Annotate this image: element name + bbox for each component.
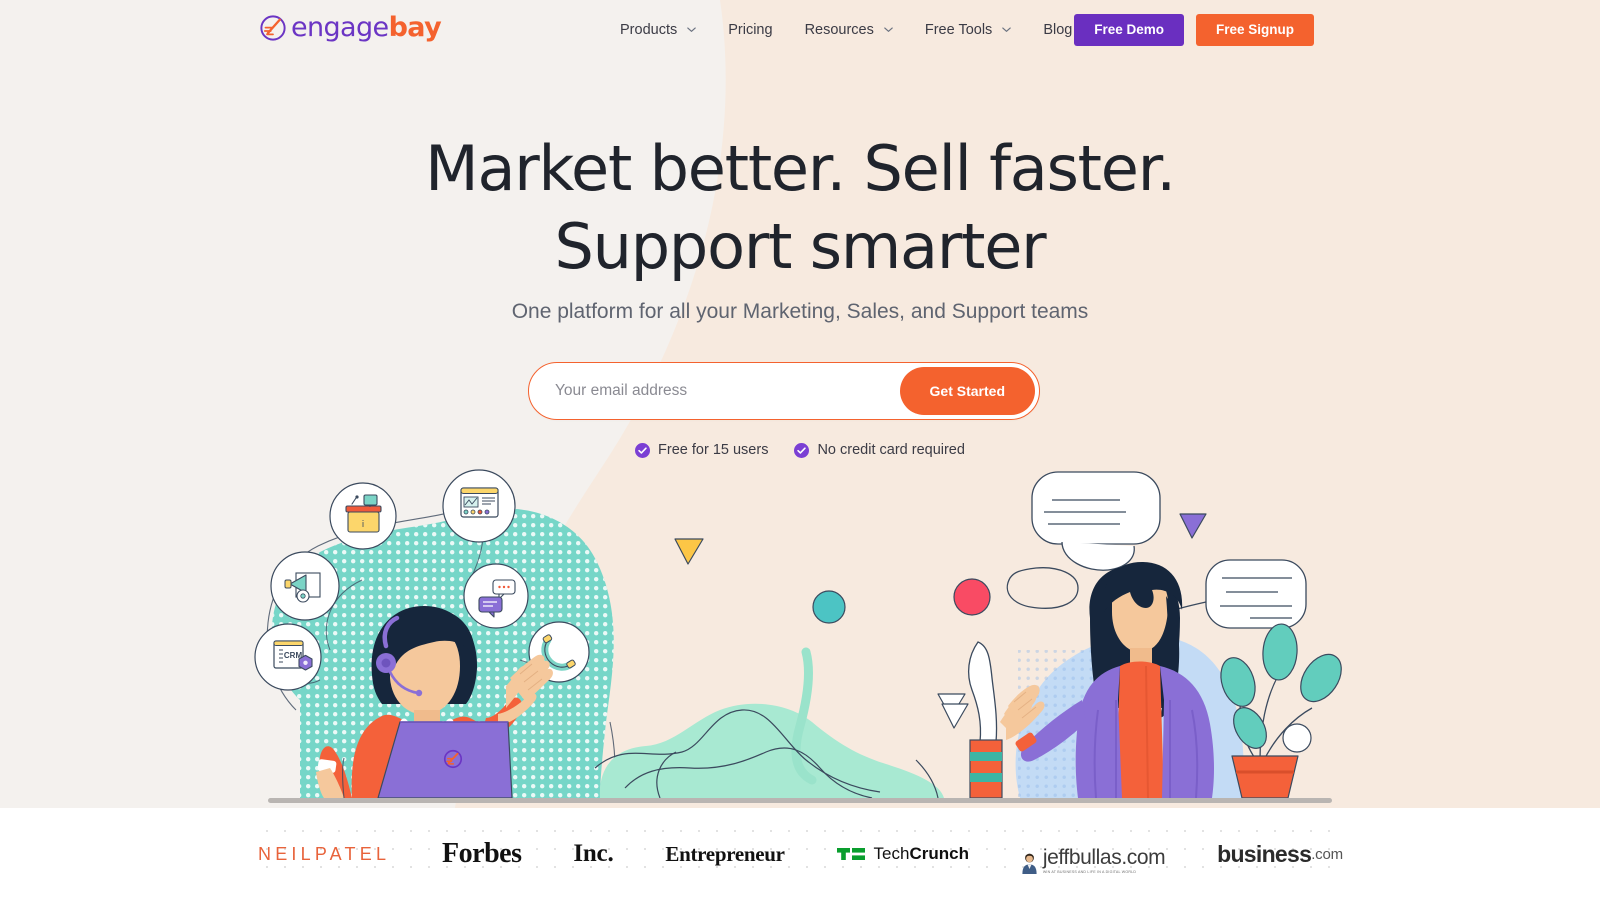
headline-line-1: Market better. Sell faster.: [425, 132, 1176, 205]
nav-label: Products: [620, 22, 678, 38]
techcrunch-mark-icon: [836, 848, 865, 860]
nav-item-resources[interactable]: Resources: [789, 0, 909, 60]
benefit-free-users: Free for 15 users: [635, 442, 768, 458]
nav-label: Blog: [1043, 22, 1073, 38]
signup-form: Get Started: [528, 362, 1040, 420]
headline-line-2: Support smarter: [554, 210, 1047, 283]
jeffbullas-wordmark: jeffbullas.com WIN AT BUSINESS AND LIFE …: [1042, 846, 1166, 874]
check-circle-icon: [794, 442, 810, 458]
check-circle-icon: [635, 442, 651, 458]
benefits-row: Free for 15 users No credit card require…: [0, 442, 1600, 458]
logo-jeffbullas: jeffbullas.com WIN AT BUSINESS AND LIFE …: [1021, 834, 1166, 874]
logo-business-com: business .com: [1217, 840, 1343, 867]
logo-inc: Inc.: [573, 840, 614, 867]
email-input[interactable]: [529, 364, 900, 418]
jeffbullas-avatar-icon: [1022, 853, 1037, 874]
logo-wordmark: engagebay: [291, 12, 442, 43]
techcrunch-wordmark: TechCrunch: [873, 844, 969, 863]
svg-text:i: i: [362, 520, 365, 530]
logo-word-bay: bay: [388, 12, 442, 43]
logo[interactable]: engagebay: [258, 12, 442, 43]
nav-label: Resources: [804, 22, 874, 38]
ground-line: [268, 798, 1332, 803]
jeffbullas-tagline: WIN AT BUSINESS AND LIFE IN A DIGITAL WO…: [1042, 870, 1137, 874]
benefit-label: No credit card required: [817, 442, 965, 458]
page-root: engagebay Products Pricing Resources Fre…: [0, 0, 1600, 900]
hero-subtitle: One platform for all your Marketing, Sal…: [511, 300, 1089, 323]
nav-item-products[interactable]: Products: [620, 0, 712, 60]
nav-item-free-tools[interactable]: Free Tools: [909, 0, 1027, 60]
benefit-no-credit-card: No credit card required: [794, 442, 965, 458]
free-demo-button[interactable]: Free Demo: [1074, 14, 1184, 46]
hero-illustration: i CRM: [0, 460, 1600, 805]
logo-entrepreneur: Entrepreneur: [665, 841, 785, 866]
get-started-button[interactable]: Get Started: [899, 367, 1035, 415]
nav-item-pricing[interactable]: Pricing: [712, 0, 788, 60]
social-proof-logos: NEILPATEL Forbes Inc. Entrepreneur TechC…: [0, 808, 1600, 900]
hero-section: engagebay Products Pricing Resources Fre…: [0, 0, 1600, 808]
nav-label: Pricing: [728, 22, 773, 38]
logo-forbes: Forbes: [442, 838, 522, 869]
logo-neilpatel: NEILPATEL: [258, 843, 391, 864]
nav-label: Free Tools: [924, 22, 993, 38]
chevron-down-icon: [686, 24, 696, 34]
logo-word-engage: engage: [291, 12, 389, 43]
page-title: Market better. Sell faster. Support smar…: [0, 130, 1600, 286]
logo-techcrunch: TechCrunch: [836, 834, 969, 874]
engagebay-swoosh-icon: [260, 15, 286, 41]
top-navigation: engagebay Products Pricing Resources Fre…: [0, 0, 1600, 60]
nav-cta-group: Free Demo Free Signup: [1074, 0, 1314, 60]
chevron-down-icon: [1001, 24, 1012, 34]
chevron-down-icon: [883, 24, 893, 34]
logo-row: NEILPATEL Forbes Inc. Entrepreneur TechC…: [258, 808, 1343, 900]
benefit-label: Free for 15 users: [658, 442, 769, 458]
free-signup-button[interactable]: Free Signup: [1195, 14, 1314, 46]
